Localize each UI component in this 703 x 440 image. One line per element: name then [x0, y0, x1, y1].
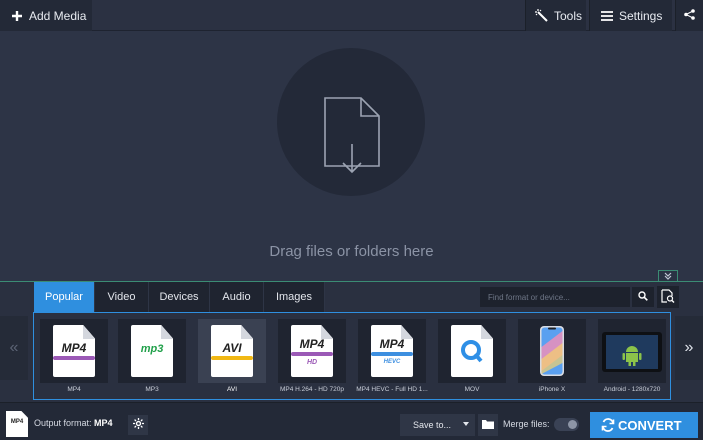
tools-button[interactable]: Tools — [525, 0, 586, 31]
plus-icon — [10, 9, 24, 23]
format-label: MP4 H.264 - HD 720p — [280, 386, 344, 393]
output-format-icon: MP4 — [6, 411, 28, 437]
format-badge: MP4 — [299, 337, 325, 351]
merge-files-toggle[interactable] — [554, 418, 579, 431]
format-ribbon — [53, 356, 95, 360]
add-media-label: Add Media — [29, 8, 87, 23]
format-sub-badge: HEVC — [383, 359, 401, 365]
format-item-mov[interactable]: MOV — [432, 313, 510, 399]
double-chevron-right-icon: » — [684, 339, 694, 356]
format-item-avi[interactable]: AVI AVI — [192, 313, 270, 399]
folder-icon — [482, 418, 494, 432]
format-thumbnail — [518, 319, 586, 383]
format-item-mp4[interactable]: MP4 MP4 — [34, 313, 112, 399]
format-thumbnail: MP4 HD — [278, 319, 346, 383]
format-item-mp3[interactable]: mp3 MP3 — [112, 313, 190, 399]
find-file-icon — [661, 288, 675, 306]
save-to-dropdown[interactable]: Save to... — [400, 414, 475, 436]
magic-wand-icon — [535, 8, 549, 23]
scroll-left-button[interactable]: « — [0, 316, 28, 380]
format-label: AVI — [227, 386, 237, 393]
menu-icon — [600, 9, 614, 23]
tab-popular[interactable]: Popular — [34, 282, 95, 312]
drop-zone[interactable]: Drag files or folders here — [0, 32, 703, 281]
tab-video[interactable]: Video — [95, 282, 149, 312]
format-label: MP4 HEVC - Full HD 1... — [356, 386, 428, 393]
gear-icon — [132, 418, 144, 432]
format-item-iphone-x[interactable]: iPhone X — [512, 313, 590, 399]
convert-button[interactable]: CONVERT — [590, 412, 698, 438]
top-toolbar: Add Media Tools Settings — [0, 0, 703, 31]
double-chevron-down-icon — [664, 272, 672, 282]
tab-images[interactable]: Images — [264, 282, 325, 312]
format-label: MOV — [464, 386, 480, 393]
share-button[interactable] — [675, 0, 703, 31]
drop-circle — [277, 48, 425, 196]
bottom-bar: MP4 Output format: MP4 Save to... Merge … — [0, 402, 703, 440]
format-badge: MP4 — [379, 337, 405, 351]
format-thumbnail: MP4 HEVC — [358, 319, 426, 383]
open-folder-button[interactable] — [478, 414, 498, 436]
output-settings-button[interactable] — [128, 415, 148, 435]
convert-label: CONVERT — [618, 417, 682, 433]
scroll-right-button[interactable]: » — [675, 316, 703, 380]
tab-devices[interactable]: Devices — [149, 282, 210, 312]
quicktime-icon — [461, 340, 483, 363]
search-button[interactable] — [632, 287, 654, 307]
format-ribbon — [291, 352, 333, 356]
add-media-button[interactable]: Add Media — [0, 0, 92, 31]
output-format: Output format: MP4 — [34, 418, 113, 428]
save-to-label: Save to... — [413, 420, 452, 430]
drop-zone-text: Drag files or folders here — [269, 243, 434, 260]
format-label: iPhone X — [538, 386, 566, 393]
format-thumbnail: AVI — [198, 319, 266, 383]
file-download-icon — [324, 97, 380, 174]
format-badge: MP4 — [61, 341, 87, 355]
format-thumbnail: MP4 — [40, 319, 108, 383]
format-label: MP4 — [67, 386, 81, 393]
output-format-label: Output format: — [34, 418, 92, 428]
caret-down-icon — [463, 422, 469, 426]
output-format-value: MP4 — [94, 418, 113, 428]
refresh-icon — [601, 418, 615, 435]
format-panel: Popular Video Devices Audio Images Find … — [0, 282, 703, 402]
format-badge: mp3 — [140, 343, 164, 355]
format-list: MP4 MP4 mp3 MP3 AVI AVI MP4 HD MP4 H.264… — [33, 312, 671, 400]
format-label: MP3 — [145, 386, 159, 393]
format-badge: AVI — [222, 341, 242, 355]
iphone-icon — [540, 326, 564, 376]
double-chevron-left-icon: « — [9, 339, 19, 356]
format-thumbnail — [598, 319, 666, 383]
android-tablet-icon — [602, 332, 662, 372]
merge-files-label: Merge files: — [503, 419, 550, 429]
format-thumbnail: mp3 — [118, 319, 186, 383]
find-format-button[interactable] — [657, 286, 679, 308]
settings-button[interactable]: Settings — [589, 0, 672, 31]
share-icon — [684, 8, 695, 23]
format-ribbon — [371, 352, 413, 356]
tab-audio[interactable]: Audio — [210, 282, 264, 312]
format-thumbnail — [438, 319, 506, 383]
format-item-android[interactable]: Android - 1280x720 — [592, 313, 670, 399]
format-sub-badge: HD — [306, 359, 318, 366]
tools-label: Tools — [554, 8, 583, 23]
format-item-mp4-hd[interactable]: MP4 HD MP4 H.264 - HD 720p — [272, 313, 350, 399]
settings-label: Settings — [619, 8, 663, 23]
format-item-mp4-hevc[interactable]: MP4 HEVC MP4 HEVC - Full HD 1... — [352, 313, 430, 399]
format-tabs: Popular Video Devices Audio Images — [34, 282, 325, 312]
search-icon — [638, 290, 648, 304]
format-search-input[interactable]: Find format or device... — [480, 287, 630, 307]
format-ribbon — [211, 356, 253, 360]
format-label: Android - 1280x720 — [603, 386, 661, 393]
